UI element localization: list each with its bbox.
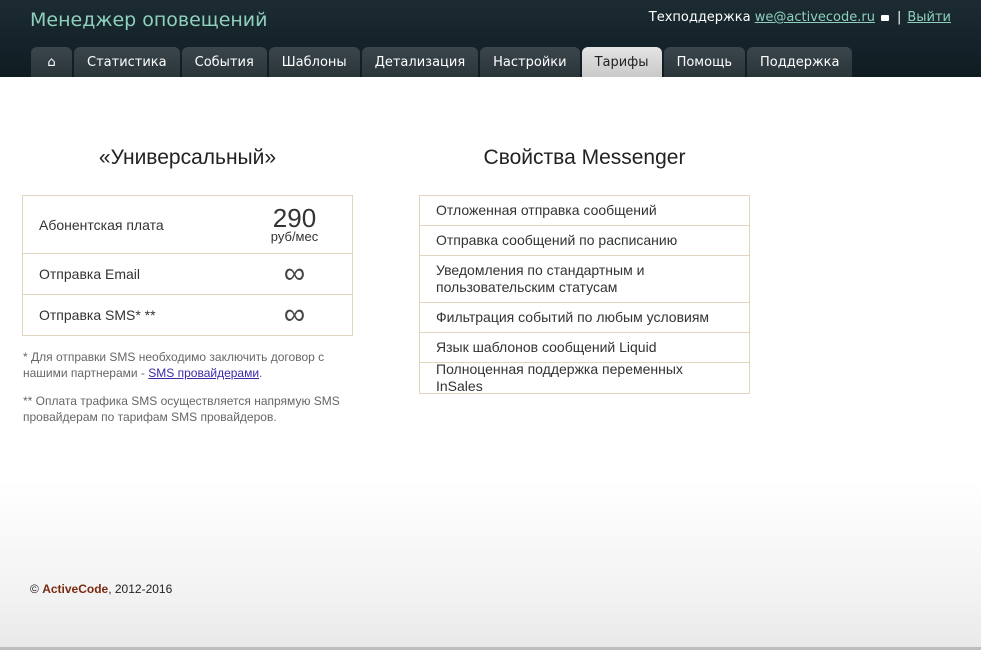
plan-section: «Универсальный» Абонентская плата 290 ру… (22, 146, 353, 336)
brand-name: ActiveCode (42, 582, 109, 596)
price-row-email: Отправка Email ∞ (23, 254, 352, 295)
home-icon: ⌂ (47, 54, 56, 70)
note1-end: . (259, 366, 263, 380)
infinity-icon: ∞ (283, 298, 306, 331)
price-value: ∞ (237, 300, 352, 330)
feature-item: Уведомления по стандартным и пользовател… (420, 256, 749, 303)
price-label: Абонентская плата (39, 216, 164, 233)
footer-years: , 2012-2016 (108, 582, 173, 596)
tab-support[interactable]: Поддержка (746, 47, 853, 77)
tab-tariffs[interactable]: Тарифы (581, 47, 662, 77)
price-value: ∞ (237, 259, 352, 289)
footer-copyright: © ActiveCode, 2012-2016 (30, 582, 172, 596)
separator: | (896, 10, 902, 25)
price-value: 290 руб/мес (237, 202, 352, 244)
main-tabs: ⌂ Статистика События Шаблоны Детализация… (31, 47, 854, 77)
top-links: Техподдержка we@activecode.ru | Выйти (649, 10, 951, 25)
tab-help[interactable]: Помощь (663, 47, 745, 77)
feature-item: Отложенная отправка сообщений (420, 196, 749, 226)
features-section: Свойства Messenger Отложенная отправка с… (419, 146, 750, 394)
support-label: Техподдержка (648, 10, 751, 25)
copyright-symbol: © (30, 582, 39, 596)
tab-settings[interactable]: Настройки (480, 47, 580, 77)
mail-icon (880, 14, 889, 21)
sms-providers-link[interactable]: SMS провайдерами (148, 366, 259, 380)
logout-link[interactable]: Выйти (907, 10, 951, 25)
price-table: Абонентская плата 290 руб/мес Отправка E… (22, 195, 353, 336)
footer (0, 480, 981, 650)
header: Менеджер оповещений Техподдержка we@acti… (0, 0, 981, 77)
tab-statistics[interactable]: Статистика (74, 47, 180, 77)
features-list: Отложенная отправка сообщений Отправка с… (419, 195, 750, 394)
price-row-subscription: Абонентская плата 290 руб/мес (23, 196, 352, 254)
plan-title: «Универсальный» (98, 146, 277, 169)
features-title: Свойства Messenger (483, 146, 686, 169)
tab-events[interactable]: События (181, 47, 267, 77)
price-unit: руб/мес (270, 228, 319, 244)
sms-contract-note: * Для отправки SMS необходимо заключить … (23, 349, 343, 381)
feature-item: Язык шаблонов сообщений Liquid (420, 333, 749, 363)
price-label: Отправка Email (39, 266, 141, 282)
app-title: Менеджер оповещений (30, 9, 268, 31)
price-label: Отправка SMS* ** (39, 307, 156, 323)
feature-item: Полноценная поддержка переменных InSales (436, 361, 683, 394)
price-number: 290 (272, 202, 317, 233)
feature-item: Отправка сообщений по расписанию (420, 226, 749, 256)
tab-home[interactable]: ⌂ (31, 47, 72, 77)
tab-templates[interactable]: Шаблоны (268, 47, 360, 77)
sms-payment-note: ** Оплата трафика SMS осуществляется нап… (23, 394, 340, 424)
price-row-sms: Отправка SMS* ** ∞ (23, 295, 352, 335)
support-email-link[interactable]: we@activecode.ru (755, 10, 875, 25)
infinity-icon: ∞ (283, 257, 306, 290)
feature-item: Фильтрация событий по любым условиям (420, 303, 749, 333)
tab-details[interactable]: Детализация (361, 47, 479, 77)
